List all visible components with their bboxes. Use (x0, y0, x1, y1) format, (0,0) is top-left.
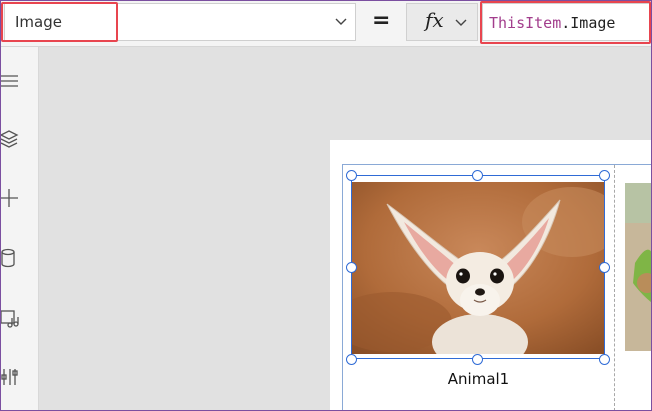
formula-highlight (480, 1, 651, 44)
gallery-item-title[interactable]: Animal1 (352, 370, 605, 388)
fx-label: fx (425, 8, 444, 32)
resize-handle-left[interactable] (346, 262, 357, 273)
tree-view-icon[interactable] (0, 71, 20, 91)
chevron-down-icon (455, 19, 467, 26)
resize-handle-bottom-left[interactable] (346, 354, 357, 365)
insert-icon[interactable] (0, 188, 20, 208)
animal-2-image[interactable] (625, 183, 652, 351)
media-icon[interactable] (0, 309, 20, 329)
chevron-down-icon (335, 18, 347, 25)
resize-handle-right[interactable] (599, 262, 610, 273)
resize-handle-bottom[interactable] (472, 354, 483, 365)
equals-sign: = (372, 8, 391, 33)
resize-handle-bottom-right[interactable] (599, 354, 610, 365)
fx-button[interactable]: fx (406, 3, 478, 41)
resize-handle-top[interactable] (472, 170, 483, 181)
left-rail (0, 47, 39, 411)
resize-handle-top-left[interactable] (346, 170, 357, 181)
gallery-item-divider (614, 165, 615, 411)
layers-icon[interactable] (0, 129, 20, 149)
tools-icon[interactable] (0, 367, 20, 387)
resize-handle-top-right[interactable] (599, 170, 610, 181)
property-highlight (1, 2, 118, 42)
image-selection-box (351, 175, 605, 359)
data-icon[interactable] (0, 248, 20, 268)
